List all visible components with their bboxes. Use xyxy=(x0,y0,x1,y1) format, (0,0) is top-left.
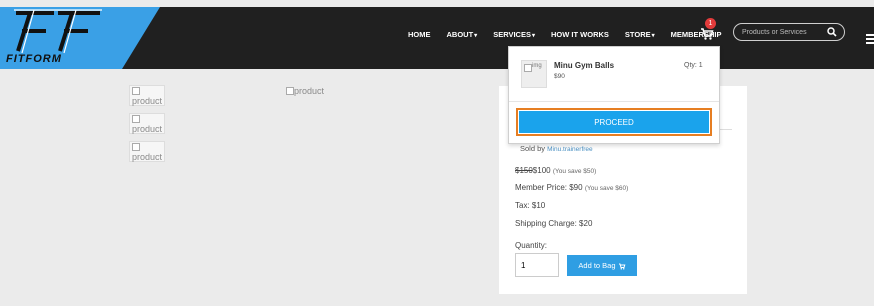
broken-image-icon xyxy=(524,64,532,72)
cart-item-image: img xyxy=(521,60,547,88)
logo-wordmark: FITFORM xyxy=(6,53,62,65)
broken-image-icon xyxy=(132,115,140,123)
price-line: $150$100 (You save $50) xyxy=(515,166,596,175)
sold-by: Sold by Minu.trainerfree xyxy=(520,144,593,153)
proceed-button-focus-outline: PROCEED xyxy=(516,108,712,136)
member-price: Member Price: $90 (You save $60) xyxy=(515,183,629,192)
quantity-input[interactable] xyxy=(515,253,559,277)
quantity-label: Quantity: xyxy=(515,241,548,250)
top-navbar: FITFORM HOME ABOUT▾ SERVICES▾ HOW IT WOR… xyxy=(0,7,874,69)
nav-services[interactable]: SERVICES▾ xyxy=(493,30,535,39)
caret-down-icon: ▾ xyxy=(651,32,655,39)
cart-item-price: $90 xyxy=(554,73,565,80)
search-box xyxy=(733,23,845,41)
nav-how-it-works[interactable]: HOW IT WORKS xyxy=(551,30,609,39)
tax-line: Tax: $10 xyxy=(515,201,546,210)
hamburger-menu-icon[interactable] xyxy=(866,34,874,46)
cart-item-qty: Qty: 1 xyxy=(684,62,703,69)
cart-item-name[interactable]: Minu Gym Balls xyxy=(554,61,614,70)
brand-logo[interactable]: FITFORM xyxy=(0,7,160,69)
search-input[interactable] xyxy=(742,26,822,38)
product-main-image: product xyxy=(286,86,324,96)
shipping-line: Shipping Charge: $20 xyxy=(515,219,593,228)
cart-count-badge: 1 xyxy=(705,18,716,29)
nav-home[interactable]: HOME xyxy=(408,30,431,39)
product-thumbnail[interactable]: product xyxy=(129,113,165,134)
search-icon[interactable] xyxy=(827,27,837,37)
proceed-button[interactable]: PROCEED xyxy=(519,111,709,133)
broken-image-icon xyxy=(132,87,140,95)
product-thumbnail[interactable]: product xyxy=(129,85,165,106)
nav-store[interactable]: STORE▾ xyxy=(625,30,655,39)
divider xyxy=(509,101,719,102)
seller-link[interactable]: Minu.trainerfree xyxy=(547,146,593,153)
price-savings: (You save $50) xyxy=(552,168,597,175)
add-to-bag-button[interactable]: Add to Bag xyxy=(567,255,637,276)
cart-icon xyxy=(618,263,626,270)
cart-icon[interactable] xyxy=(700,27,714,41)
original-price: $150 xyxy=(515,166,533,175)
caret-down-icon: ▾ xyxy=(474,32,478,39)
product-thumbnail[interactable]: product xyxy=(129,141,165,162)
sale-price: $100 xyxy=(532,166,551,175)
cart-dropdown: img Minu Gym Balls $90 Qty: 1 PROCEED xyxy=(508,46,720,144)
caret-down-icon: ▾ xyxy=(531,32,535,39)
nav-about[interactable]: ABOUT▾ xyxy=(447,30,478,39)
broken-image-icon xyxy=(286,87,294,95)
broken-image-icon xyxy=(132,143,140,151)
